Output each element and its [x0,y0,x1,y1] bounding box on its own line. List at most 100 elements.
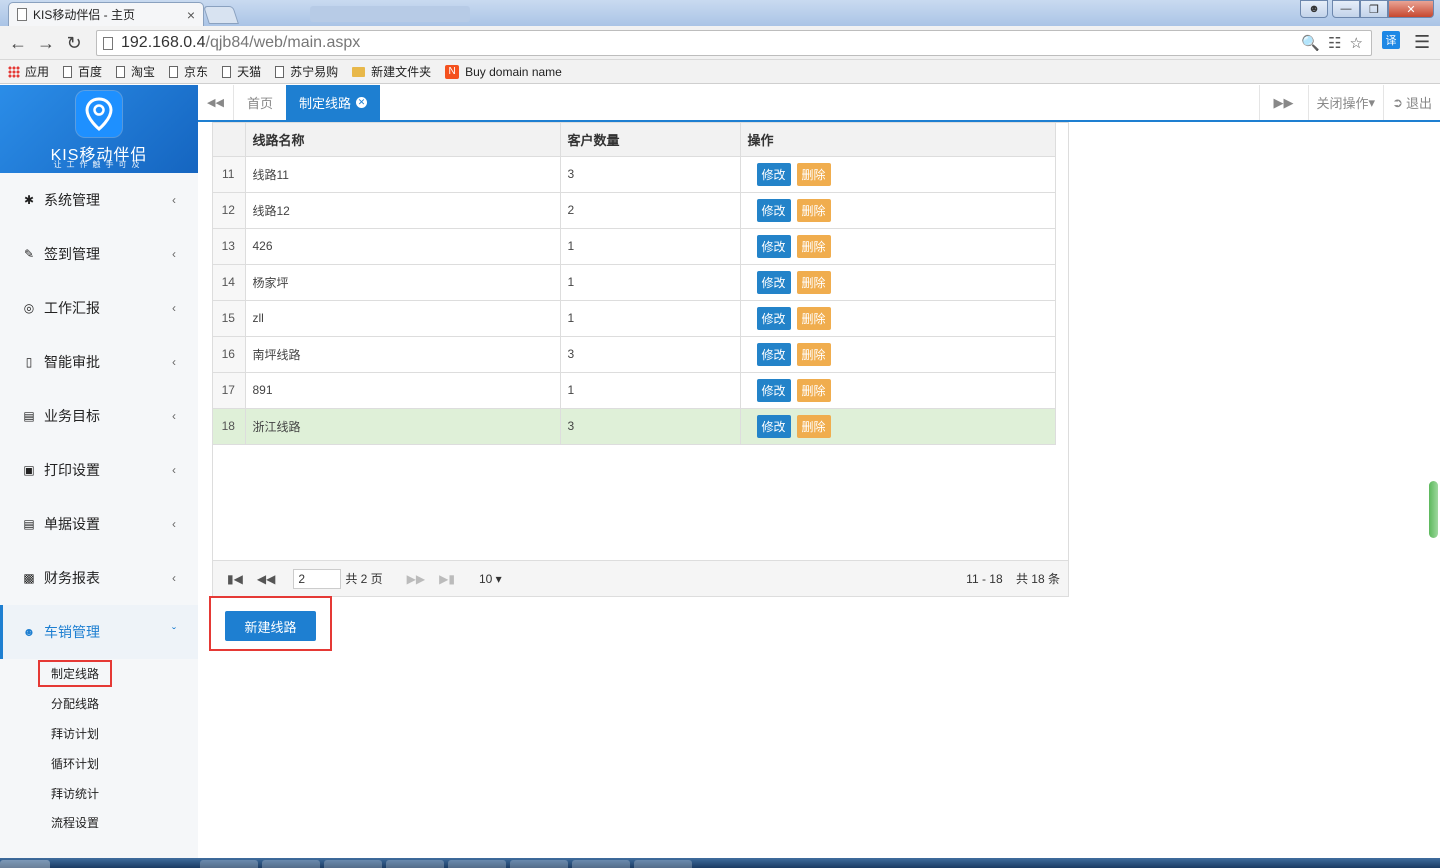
prev-page-icon[interactable]: ◀◀ [257,572,275,586]
menu-icon[interactable]: ☰ [1414,32,1430,53]
chevron-left-icon: ‹ [172,193,176,207]
close-window-button[interactable]: ✕ [1388,0,1434,18]
table-row[interactable]: 16 南坪线路 3 修改 删除 [213,336,1056,373]
edit-button[interactable]: 修改 [756,306,791,330]
bookmark-baidu[interactable]: 百度 [63,63,102,80]
translate-extension-icon[interactable]: 译 [1382,31,1400,49]
subitem-label: 拜访计划 [51,726,100,741]
taskbar-button[interactable] [324,860,382,868]
sidebar-item-print-settings[interactable]: ▣ 打印设置 ‹ [0,443,198,497]
sidebar-subitem-process-settings[interactable]: 流程设置 [0,808,198,838]
actions-cell: 修改 删除 [740,408,1056,445]
sidebar-item-checkin[interactable]: ✎ 签到管理 ‹ [0,227,198,281]
sidebar-item-label: 单据设置 [44,516,100,532]
bookmark-jd[interactable]: 京东 [169,63,208,80]
table-row[interactable]: 12 线路12 2 修改 删除 [213,192,1056,229]
page-size-select[interactable]: 10 ▾ [479,572,502,586]
edit-button[interactable]: 修改 [756,342,791,366]
sidebar-item-approval[interactable]: ▯ 智能审批 ‹ [0,335,198,389]
delete-button[interactable]: 删除 [796,378,831,402]
bookmark-taobao[interactable]: 淘宝 [116,63,155,80]
edit-button[interactable]: 修改 [756,198,791,222]
zoom-icon[interactable]: 🔍 [1301,34,1320,52]
address-bar[interactable]: 192.168.0.4/qjb84/web/main.aspx 🔍 ☷ ☆ [96,30,1372,56]
table-row[interactable]: 11 线路11 3 修改 删除 [213,156,1056,193]
tabs-scroll-left-icon[interactable]: ◀◀ [198,85,234,120]
first-page-icon[interactable]: ▮◀ [227,572,243,586]
sidebar-item-van-sales[interactable]: ☻ 车销管理 ˇ [0,605,198,659]
minimize-button[interactable]: — [1332,0,1360,18]
sidebar-subitem-visit-plan[interactable]: 拜访计划 [0,719,198,749]
sidebar-item-work-report[interactable]: ◎ 工作汇报 ‹ [0,281,198,335]
header-customer-count[interactable]: 客户数量 [560,123,741,157]
user-icon[interactable]: ☻ [1300,0,1328,18]
taskbar-button[interactable] [200,860,258,868]
header-route-name[interactable]: 线路名称 [245,123,561,157]
taskbar-button[interactable] [448,860,506,868]
bookmark-new-folder[interactable]: 新建文件夹 [352,63,431,80]
sidebar-item-document-settings[interactable]: ▤ 单据设置 ‹ [0,497,198,551]
reload-icon[interactable]: ↻ [62,31,86,55]
delete-button[interactable]: 删除 [796,342,831,366]
delete-button[interactable]: 删除 [796,234,831,258]
edit-button[interactable]: 修改 [756,162,791,186]
table-row[interactable]: 14 杨家坪 1 修改 删除 [213,264,1056,301]
taskbar-button[interactable] [634,860,692,868]
new-route-button[interactable]: 新建线路 [225,611,316,641]
location-pin-logo-icon [76,91,122,137]
bookmark-tmall[interactable]: 天猫 [222,63,261,80]
route-name-cell: 线路11 [245,156,561,193]
next-page-icon[interactable]: ▶▶ [407,572,425,586]
sidebar-subitem-assign-route[interactable]: 分配线路 [0,689,198,719]
edit-button[interactable]: 修改 [756,270,791,294]
sidebar-subitem-define-route[interactable]: 制定线路 [0,659,198,689]
table-row[interactable]: 18 浙江线路 3 修改 删除 [213,408,1056,445]
sidebar-subitem-cycle-plan[interactable]: 循环计划 [0,748,198,778]
tab-close-icon[interactable]: ✕ [356,97,368,108]
delete-button[interactable]: 删除 [796,270,831,294]
logout-button[interactable]: ➲ 退出 [1383,85,1440,120]
taskbar-button[interactable] [510,860,568,868]
bookmark-suning[interactable]: 苏宁易购 [275,63,338,80]
page-icon [275,65,285,78]
sidebar-item-finance-report[interactable]: ▩ 财务报表 ‹ [0,551,198,605]
table-row[interactable]: 13 426 1 修改 删除 [213,228,1056,265]
table-row[interactable]: 17 891 1 修改 删除 [213,372,1056,409]
edit-button[interactable]: 修改 [756,234,791,258]
browser-tab[interactable]: KIS移动伴侣 - 主页 × [8,2,204,26]
row-number: 12 [213,192,246,229]
tab-label: 制定线路 [299,96,352,111]
bookmark-buy-domain[interactable]: N Buy domain name [445,64,562,79]
page-number-input[interactable]: 2 [293,568,342,589]
forward-icon[interactable]: → [34,31,58,55]
taskbar-button[interactable] [572,860,630,868]
actions-cell: 修改 删除 [740,264,1056,301]
taskbar-button[interactable] [386,860,444,868]
tab-define-route[interactable]: 制定线路 ✕ [286,85,381,120]
scroll-indicator[interactable] [1429,481,1438,538]
maximize-button[interactable]: ❐ [1360,0,1388,18]
taskbar-button[interactable] [262,860,320,868]
last-page-icon[interactable]: ▶▮ [439,572,455,586]
star-icon[interactable]: ☆ [1350,34,1363,52]
delete-button[interactable]: 删除 [796,414,831,438]
close-operations-dropdown[interactable]: 关闭操作 ▾ [1307,85,1384,120]
delete-button[interactable]: 删除 [796,198,831,222]
new-tab-button[interactable] [203,6,239,24]
translate-icon[interactable]: ☷ [1328,34,1341,52]
tabs-scroll-right-icon[interactable]: ▶▶ [1258,85,1308,120]
row-number: 11 [213,156,246,193]
back-icon[interactable]: ← [6,31,30,55]
sidebar-item-business-target[interactable]: ▤ 业务目标 ‹ [0,389,198,443]
delete-button[interactable]: 删除 [796,306,831,330]
edit-button[interactable]: 修改 [756,378,791,402]
bookmark-apps[interactable]: 应用 [8,63,49,80]
tab-home[interactable]: 首页 [234,85,288,120]
table-row[interactable]: 15 zll 1 修改 删除 [213,300,1056,337]
sidebar-subitem-visit-stats[interactable]: 拜访统计 [0,778,198,808]
tab-close-icon[interactable]: × [187,7,195,23]
delete-button[interactable]: 删除 [796,162,831,186]
sidebar-item-system[interactable]: ✱ 系统管理 ‹ [0,173,198,227]
start-button[interactable] [0,860,50,868]
edit-button[interactable]: 修改 [756,414,791,438]
